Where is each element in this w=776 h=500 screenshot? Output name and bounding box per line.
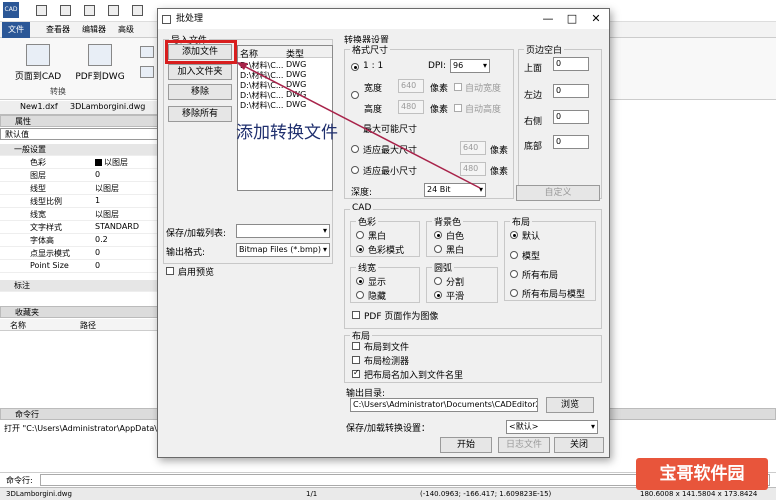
annotation-arrow [236, 62, 481, 189]
arrow-head [236, 62, 248, 70]
watermark: 宝哥软件园 [636, 458, 768, 490]
annotation-text: 添加转换文件 [236, 123, 338, 143]
